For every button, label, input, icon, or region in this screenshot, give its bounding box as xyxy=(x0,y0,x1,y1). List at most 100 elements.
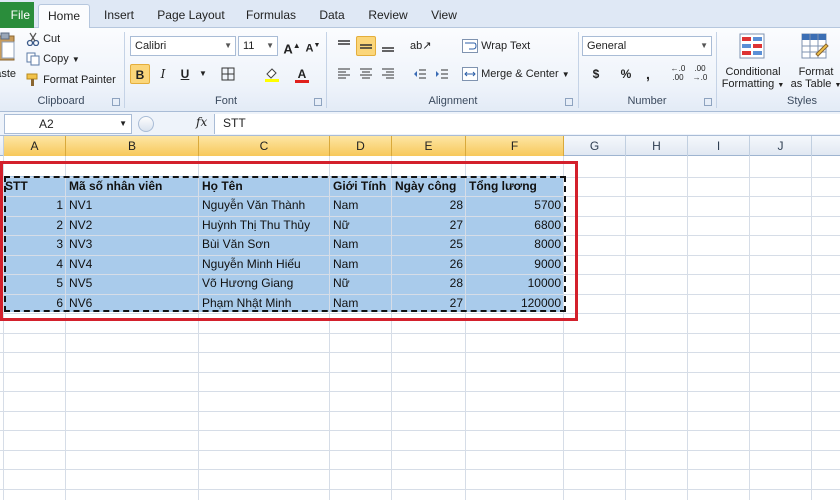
wrap-text-icon xyxy=(462,39,478,54)
increase-indent-icon[interactable] xyxy=(432,64,452,84)
tab-file[interactable]: File xyxy=(0,2,34,28)
font-color-icon[interactable]: A xyxy=(292,64,312,84)
column-header-h[interactable]: H xyxy=(626,136,688,156)
number-group-label: Number xyxy=(627,95,667,107)
clipboard-launcher-icon[interactable] xyxy=(112,98,120,106)
orientation-icon[interactable]: ab↗ xyxy=(410,36,431,56)
group-separator xyxy=(326,32,327,108)
column-header-a[interactable]: A xyxy=(4,136,66,156)
format-as-table-button[interactable]: Format as Table ▼ xyxy=(788,30,840,92)
column-header-overflow xyxy=(812,136,840,156)
align-center-icon[interactable] xyxy=(356,64,376,84)
comma-style-icon[interactable]: , xyxy=(638,64,658,84)
fill-color-icon[interactable] xyxy=(262,64,282,84)
ribbon-home: Paste Cut Copy ▼ Format Painter Clipboar… xyxy=(0,28,840,112)
font-name-value: Calibri xyxy=(135,40,167,52)
align-top-icon[interactable] xyxy=(334,36,354,56)
number-format-combo[interactable]: General ▼ xyxy=(582,36,712,56)
cut-label: Cut xyxy=(43,33,61,45)
align-left-icon[interactable] xyxy=(334,64,354,84)
conditional-formatting-label-2: Formatting xyxy=(721,78,775,90)
align-right-icon[interactable] xyxy=(378,64,398,84)
tab-insert[interactable]: Insert xyxy=(96,4,142,28)
font-launcher-icon[interactable] xyxy=(314,98,322,106)
number-format-value: General xyxy=(587,40,627,52)
merge-center-button[interactable]: Merge & Center ▼ xyxy=(462,64,570,84)
font-size-combo[interactable]: 11 ▼ xyxy=(238,36,278,56)
group-separator xyxy=(716,32,717,108)
ribbon-tab-bar: File Home Insert Page Layout Formulas Da… xyxy=(0,0,840,29)
decrease-indent-icon[interactable] xyxy=(410,64,430,84)
italic-icon[interactable]: I xyxy=(153,64,173,84)
column-header-b[interactable]: B xyxy=(66,136,199,156)
align-middle-icon[interactable] xyxy=(356,36,376,56)
paste-button[interactable]: Paste xyxy=(0,32,16,88)
format-painter-button[interactable]: Format Painter xyxy=(26,70,116,90)
paste-label: Paste xyxy=(0,68,16,80)
gridline-vertical xyxy=(687,156,688,500)
tab-view[interactable]: View xyxy=(424,4,464,28)
gridline-horizontal xyxy=(0,450,840,451)
underline-icon[interactable]: U xyxy=(175,64,195,84)
font-group-label: Font xyxy=(214,95,237,107)
wrap-text-button[interactable]: Wrap Text xyxy=(462,36,530,56)
chevron-down-icon[interactable]: ▼ xyxy=(193,64,213,84)
chevron-down-icon[interactable]: ▼ xyxy=(72,55,80,64)
conditional-formatting-button[interactable]: Conditional Formatting ▼ xyxy=(720,30,786,92)
font-size-value: 11 xyxy=(243,40,255,52)
borders-icon[interactable] xyxy=(218,64,238,84)
cut-button[interactable]: Cut xyxy=(26,29,60,49)
highlight-box xyxy=(0,161,578,321)
column-header-g[interactable]: G xyxy=(564,136,626,156)
group-separator xyxy=(124,32,125,108)
increase-font-icon[interactable]: A▲ xyxy=(282,36,302,56)
gridline-horizontal xyxy=(0,333,840,334)
percent-icon[interactable]: % xyxy=(616,64,636,84)
alignment-group-label: Alignment xyxy=(428,95,478,107)
column-header-j[interactable]: J xyxy=(750,136,812,156)
insert-function-icon[interactable]: fx xyxy=(196,115,207,129)
bold-icon[interactable]: B xyxy=(130,64,150,84)
column-header-d[interactable]: D xyxy=(330,136,392,156)
column-header-c[interactable]: C xyxy=(199,136,330,156)
currency-icon[interactable]: $ xyxy=(586,64,606,84)
gridline-horizontal xyxy=(0,411,840,412)
name-box[interactable]: A2 ▼ xyxy=(4,114,132,134)
column-header-f[interactable]: F xyxy=(466,136,564,156)
merge-center-label: Merge & Center xyxy=(481,68,559,80)
chevron-down-icon[interactable]: ▼ xyxy=(119,115,127,133)
column-header-i[interactable]: I xyxy=(688,136,750,156)
merge-center-icon xyxy=(462,67,478,82)
tab-formulas[interactable]: Formulas xyxy=(240,4,302,28)
gridline-vertical xyxy=(749,156,750,500)
format-as-table-label-1: Format xyxy=(798,66,834,78)
column-header-e[interactable]: E xyxy=(392,136,466,156)
number-launcher-icon[interactable] xyxy=(704,98,712,106)
group-separator xyxy=(578,32,579,108)
format-as-table-icon xyxy=(801,33,829,59)
formula-bar-resize-handle[interactable] xyxy=(138,116,154,132)
format-painter-label: Format Painter xyxy=(43,74,116,86)
alignment-launcher-icon[interactable] xyxy=(565,98,573,106)
chevron-down-icon: ▼ xyxy=(700,41,708,50)
column-header-row: A B C D E F G H I J xyxy=(0,136,840,156)
paintbrush-icon xyxy=(26,73,38,87)
conditional-formatting-label-1: Conditional xyxy=(725,66,781,78)
copy-button[interactable]: Copy ▼ xyxy=(26,49,80,69)
tab-page-layout[interactable]: Page Layout xyxy=(152,4,230,28)
formula-input[interactable]: STT xyxy=(214,114,840,134)
copy-icon xyxy=(26,52,40,66)
align-bottom-icon[interactable] xyxy=(378,36,398,56)
gridline-horizontal xyxy=(0,352,840,353)
tab-data[interactable]: Data xyxy=(312,4,352,28)
font-name-combo[interactable]: Calibri ▼ xyxy=(130,36,236,56)
increase-decimal-icon[interactable]: ←.0.00 xyxy=(668,64,688,84)
decrease-decimal-icon[interactable]: .00 →.0 xyxy=(690,64,710,84)
chevron-down-icon[interactable]: ▼ xyxy=(562,70,570,79)
tab-review[interactable]: Review xyxy=(362,4,414,28)
copy-label: Copy xyxy=(43,53,69,65)
worksheet-grid[interactable]: A B C D E F G H I J STT Mã số nhân viên Họ… xyxy=(0,136,840,500)
decrease-font-icon[interactable]: A▼ xyxy=(303,36,323,56)
tab-home[interactable]: Home xyxy=(38,4,90,29)
paste-icon xyxy=(0,32,15,61)
